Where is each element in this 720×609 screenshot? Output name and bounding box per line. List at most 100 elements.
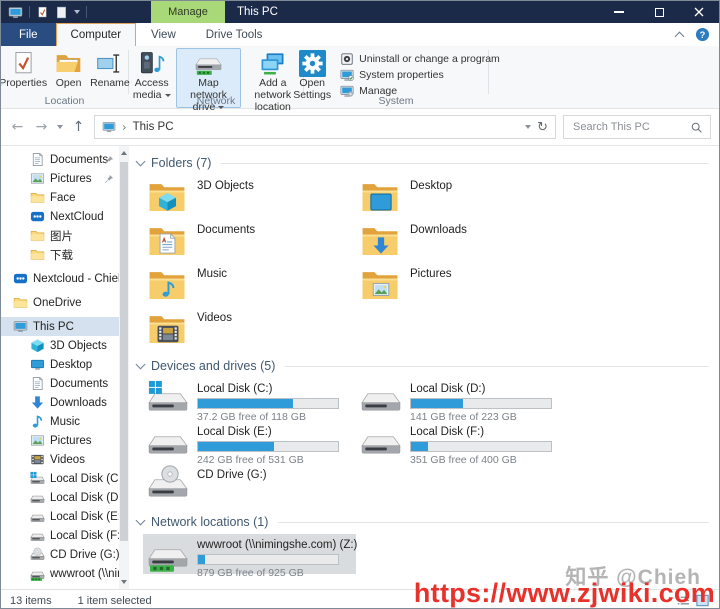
document-icon <box>30 376 45 391</box>
collapse-chevron-icon <box>136 360 146 370</box>
capacity-bar <box>197 398 339 409</box>
window-title: This PC <box>237 1 278 23</box>
collapse-ribbon-icon[interactable] <box>675 31 685 41</box>
sidebar-item-label: Pictures <box>50 173 92 185</box>
breadcrumb[interactable]: This PC <box>133 121 174 133</box>
sidebar-item-local-disk-f[interactable]: Local Disk (F:) <box>1 526 129 545</box>
sidebar-scrollbar[interactable] <box>119 146 129 589</box>
refresh-icon[interactable]: ↻ <box>537 120 548 135</box>
tile-local-disk-c[interactable]: Local Disk (C:) 37.2 GB free of 118 GB <box>143 378 356 421</box>
sidebar-item-downloads[interactable]: Downloads <box>1 393 129 412</box>
drive-icon <box>30 509 45 524</box>
sidebar-item-pictures-cn[interactable]: 图片 <box>1 226 129 245</box>
sidebar-item-videos[interactable]: Videos <box>1 450 129 469</box>
search-input[interactable] <box>571 120 686 134</box>
group-header-folders[interactable]: Folders (7) <box>137 153 709 173</box>
minimize-button[interactable] <box>599 1 639 23</box>
windows-drive-icon <box>30 471 45 486</box>
tile-local-disk-f[interactable]: Local Disk (F:) 351 GB free of 400 GB <box>356 421 569 464</box>
pictures-icon <box>30 171 45 186</box>
uninstall-program-button[interactable]: Uninstall or change a program <box>338 52 502 66</box>
up-icon[interactable]: ↑ <box>70 119 87 135</box>
system-properties-button[interactable]: System properties <box>338 68 502 82</box>
group-header-devices[interactable]: Devices and drives (5) <box>137 356 709 376</box>
close-button[interactable] <box>679 1 719 23</box>
maximize-button[interactable] <box>639 1 679 23</box>
sidebar-item-label: Videos <box>50 454 85 466</box>
tile-wwwroot[interactable]: wwwroot (\\nimingshe.com) (Z:) 879 GB fr… <box>143 534 356 574</box>
sidebar-item-downloads-cn[interactable]: 下载 <box>1 245 129 264</box>
tile-desktop[interactable]: Desktop <box>356 175 569 219</box>
tile-cd-drive-g[interactable]: CD Drive (G:) <box>143 464 356 507</box>
help-icon[interactable] <box>695 27 710 42</box>
tile-documents[interactable]: Documents <box>143 219 356 263</box>
navigation-pane: Documents Pictures Face NextCloud 图片 <box>1 146 129 589</box>
tile-3d-objects[interactable]: 3D Objects <box>143 175 356 219</box>
network-drive-icon <box>195 50 222 77</box>
tile-label: Local Disk (D:) <box>410 382 552 397</box>
sidebar-item-this-pc[interactable]: This PC <box>1 317 129 336</box>
drive-icon <box>30 528 45 543</box>
capacity-bar-fill <box>198 555 205 564</box>
documents-folder-icon <box>148 222 188 260</box>
back-icon[interactable]: ← <box>9 119 26 135</box>
sidebar-item-face[interactable]: Face <box>1 188 129 207</box>
sidebar-item-documents-pc[interactable]: Documents <box>1 374 129 393</box>
ribbon: Properties Open Rename Location Access m… <box>1 46 719 109</box>
scroll-up-icon[interactable] <box>121 151 127 155</box>
nextcloud-icon <box>13 271 28 286</box>
sidebar-item-cd-drive-g[interactable]: CD Drive (G:) <box>1 545 129 564</box>
sidebar-item-desktop[interactable]: Desktop <box>1 355 129 374</box>
sidebar-item-pictures[interactable]: Pictures <box>1 169 129 188</box>
sidebar-item-onedrive[interactable]: OneDrive <box>1 293 129 312</box>
capacity-bar <box>410 441 552 452</box>
windows-drive-icon <box>148 381 188 419</box>
customize-qat-caret-icon[interactable] <box>74 10 80 14</box>
group-header-network-locations[interactable]: Network locations (1) <box>137 512 709 532</box>
items-count: 13 items <box>10 595 52 607</box>
watermark-url: https://www.zjwiki.com <box>414 578 715 609</box>
sidebar-item-label: OneDrive <box>33 297 82 309</box>
sidebar-item-label: Local Disk (F:) <box>50 530 124 542</box>
sidebar-item-label: CD Drive (G:) <box>50 549 120 561</box>
pictures-folder-icon <box>361 266 401 304</box>
tile-downloads[interactable]: Downloads <box>356 219 569 263</box>
new-folder-qat-icon[interactable] <box>55 6 68 19</box>
downloads-folder-icon <box>361 222 401 260</box>
sidebar-item-pictures-pc[interactable]: Pictures <box>1 431 129 450</box>
tile-pictures[interactable]: Pictures <box>356 263 569 307</box>
tab-computer[interactable]: Computer <box>56 23 137 46</box>
sidebar-item-nextcloud-chieh[interactable]: Nextcloud - Chieh <box>1 269 129 288</box>
scroll-down-icon[interactable] <box>121 580 127 584</box>
sidebar-item-documents[interactable]: Documents <box>1 150 129 169</box>
manage-contextual-tab[interactable]: Manage <box>151 1 225 23</box>
ribbon-tab-strip: File Computer View Drive Tools <box>1 23 719 46</box>
tile-videos[interactable]: Videos <box>143 307 356 351</box>
sidebar-item-3d-objects[interactable]: 3D Objects <box>1 336 129 355</box>
sidebar-item-music[interactable]: Music <box>1 412 129 431</box>
sidebar-item-wwwroot[interactable]: wwwroot (\\nim <box>1 564 129 583</box>
search-box[interactable] <box>563 115 711 139</box>
properties-qat-icon[interactable] <box>36 6 49 19</box>
address-dropdown-caret-icon[interactable] <box>525 125 531 129</box>
tile-local-disk-e[interactable]: Local Disk (E:) 242 GB free of 531 GB <box>143 421 356 464</box>
address-bar[interactable]: › This PC ↻ <box>94 115 556 139</box>
tab-file[interactable]: File <box>1 23 56 46</box>
sidebar-item-nextcloud[interactable]: NextCloud <box>1 207 129 226</box>
group-title: Network locations (1) <box>151 515 268 529</box>
tab-drive-tools[interactable]: Drive Tools <box>191 23 278 46</box>
capacity-bar-fill <box>411 442 428 451</box>
scrollbar-thumb[interactable] <box>120 162 128 541</box>
tab-view[interactable]: View <box>136 23 191 46</box>
group-label-system: System <box>304 95 488 107</box>
sidebar-item-local-disk-e[interactable]: Local Disk (E:) <box>1 507 129 526</box>
desktop-folder-icon <box>361 178 401 216</box>
collapse-chevron-icon <box>136 157 146 167</box>
tile-music[interactable]: Music <box>143 263 356 307</box>
recent-locations-caret-icon[interactable] <box>57 125 63 129</box>
forward-icon[interactable]: → <box>33 119 50 135</box>
sidebar-item-local-disk-d[interactable]: Local Disk (D:) <box>1 488 129 507</box>
ribbon-group-network: Access media Map network drive Add a net… <box>129 46 303 108</box>
tile-local-disk-d[interactable]: Local Disk (D:) 141 GB free of 223 GB <box>356 378 569 421</box>
sidebar-item-local-disk-c[interactable]: Local Disk (C:) <box>1 469 129 488</box>
